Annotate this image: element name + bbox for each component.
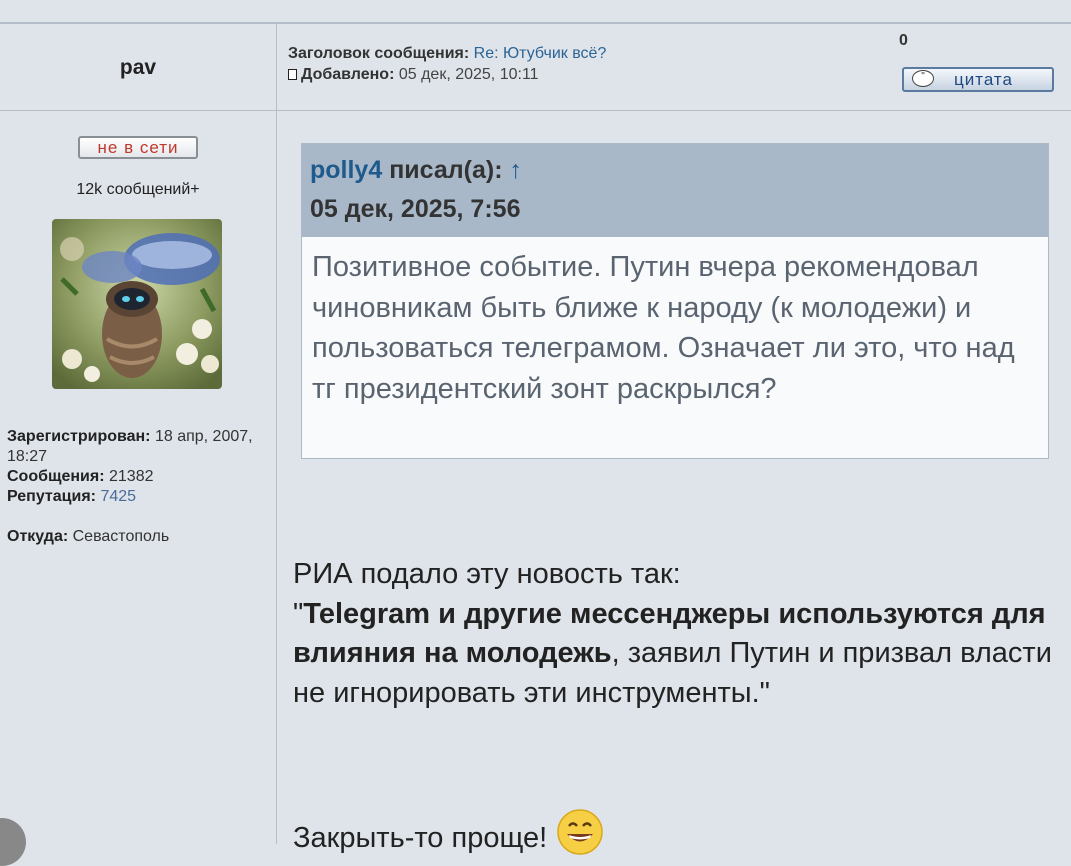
registered-label: Зарегистрирован: — [7, 428, 151, 445]
reputation-label: Репутация: — [7, 488, 96, 505]
top-strip — [0, 0, 1071, 24]
closing-text: Закрыть-то проще! — [293, 822, 548, 854]
reputation-row: Репутация: 7425 — [7, 487, 272, 507]
post-text: РИА подало эту новость так: "Telegram и … — [293, 555, 1053, 713]
post-body: polly4 писал(а): ↑ 05 дек, 2025, 7:56 По… — [277, 111, 1071, 855]
go-to-post-arrow-icon[interactable]: ↑ — [510, 156, 523, 184]
location-value: Севастополь — [72, 528, 170, 545]
reputation-value[interactable]: 7425 — [100, 488, 136, 505]
added-value: 05 дек, 2025, 10:11 — [398, 66, 539, 83]
avatar — [52, 219, 222, 389]
posts-value: 21382 — [109, 468, 154, 485]
post-date: Добавлено: 05 дек, 2025, 10:11 — [288, 66, 539, 84]
subject-label: Заголовок сообщения: — [288, 45, 470, 62]
posts-label: Сообщения: — [7, 468, 105, 485]
post-subject: Заголовок сообщения: Re: Ютубчик всё? — [288, 45, 606, 63]
quote-date: 05 дек, 2025, 7:56 — [310, 195, 521, 223]
post-count-rank: 12k сообщений+ — [76, 181, 200, 198]
author-sidebar: не в сети 12k сообщений+ Зарегистрирован… — [0, 111, 277, 844]
added-label: Добавлено: — [301, 66, 395, 83]
registered-row: Зарегистрирован: 18 апр, 2007, 18:27 — [7, 427, 272, 467]
quote-button-label: цитата — [954, 70, 1013, 89]
quote-header: polly4 писал(а): ↑ 05 дек, 2025, 7:56 — [302, 144, 1048, 237]
post-counter: 0 — [899, 32, 908, 49]
speech-bubble-icon: " — [912, 70, 934, 87]
status-badge: не в сети — [78, 136, 198, 159]
post-header: Заголовок сообщения: Re: Ютубчик всё? До… — [277, 24, 1071, 111]
quote-text: Позитивное событие. Путин вчера рекоменд… — [312, 251, 1015, 405]
posts-row: Сообщения: 21382 — [7, 467, 272, 487]
page-icon — [288, 69, 297, 80]
grin-smiley-icon — [557, 809, 603, 855]
quote-wrote: писал(а): — [382, 156, 503, 184]
quote-author[interactable]: polly4 — [310, 156, 382, 184]
author-info: Зарегистрирован: 18 апр, 2007, 18:27 Соо… — [7, 427, 272, 547]
quote-author-line: polly4 писал(а): ↑ — [310, 156, 1048, 185]
post-line1: РИА подало эту новость так: — [293, 558, 681, 590]
post-author-header: pav — [0, 24, 277, 111]
post-quoted-line: "Telegram и другие мессенджеры использую… — [293, 595, 1053, 714]
avatar-image — [52, 219, 222, 389]
username[interactable]: pav — [0, 56, 276, 80]
subject-value[interactable]: Re: Ютубчик всё? — [474, 45, 607, 62]
quote-block: polly4 писал(а): ↑ 05 дек, 2025, 7:56 По… — [301, 143, 1049, 459]
post-closing-line: Закрыть-то проще! — [293, 809, 603, 855]
quote-button[interactable]: " цитата — [902, 67, 1054, 92]
location-label: Откуда: — [7, 528, 69, 545]
location-row: Откуда: Севастополь — [7, 527, 272, 547]
quote-mark: " — [293, 597, 304, 630]
